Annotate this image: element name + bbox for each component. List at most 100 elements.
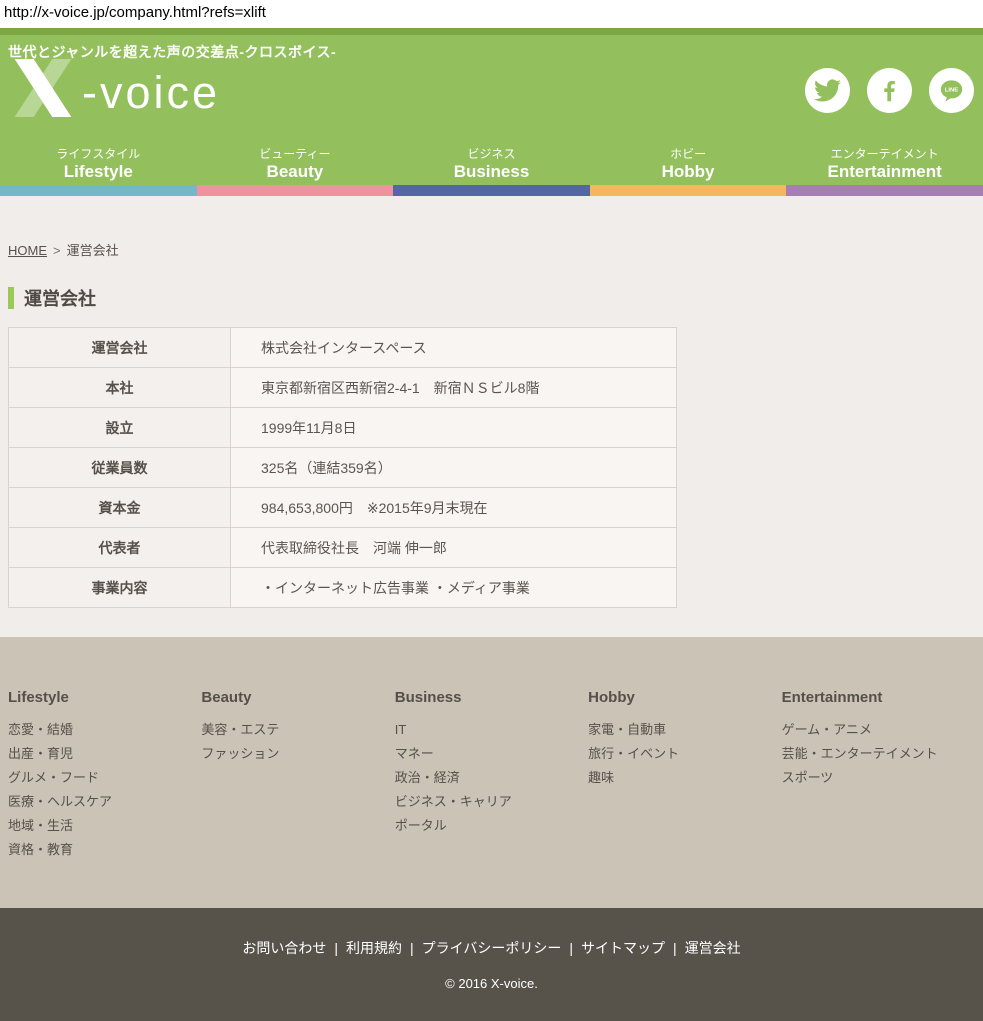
- nav-label-en: Business: [393, 161, 590, 182]
- footer-link[interactable]: ファッション: [201, 742, 394, 766]
- site-logo[interactable]: -voice: [6, 59, 220, 117]
- table-row: 運営会社 株式会社インタースペース: [9, 328, 676, 368]
- nav-underline-hobby: [590, 185, 787, 196]
- footer-link[interactable]: 医療・ヘルスケア: [8, 790, 201, 814]
- facebook-icon: [876, 77, 903, 104]
- footer-col-business: Business IT マネー 政治・経済 ビジネス・キャリア ポータル: [395, 689, 588, 862]
- row-label: 事業内容: [9, 568, 231, 607]
- nav-item-business[interactable]: ビジネス Business: [393, 147, 590, 182]
- facebook-button[interactable]: [867, 68, 912, 113]
- line-button[interactable]: LINE: [929, 68, 974, 113]
- breadcrumb-home-link[interactable]: HOME: [8, 243, 47, 258]
- nav-item-hobby[interactable]: ホビー Hobby: [590, 147, 787, 182]
- footer-col-title: Lifestyle: [8, 689, 201, 706]
- row-label: 運営会社: [9, 328, 231, 367]
- row-value: 東京都新宿区西新宿2-4-1 新宿ＮＳビル8階: [231, 368, 676, 407]
- bottom-link-terms[interactable]: 利用規約: [346, 940, 402, 956]
- page-title: 運営会社: [8, 285, 975, 311]
- nav-item-lifestyle[interactable]: ライフスタイル Lifestyle: [0, 147, 197, 182]
- footer-col-entertainment: Entertainment ゲーム・アニメ 芸能・エンターテイメント スポーツ: [782, 689, 975, 862]
- url-text: http://x-voice.jp/company.html?refs=xlif…: [4, 4, 266, 21]
- social-buttons: LINE: [805, 68, 974, 113]
- footer-link[interactable]: 出産・育児: [8, 742, 201, 766]
- logo-x-icon: [6, 59, 80, 117]
- bottom-link-separator: |: [410, 940, 414, 956]
- copyright: © 2016 X-voice.: [0, 976, 983, 991]
- twitter-icon: [814, 77, 841, 104]
- nav-underline-bars: [0, 185, 983, 196]
- footer-link[interactable]: ポータル: [395, 814, 588, 838]
- footer-link[interactable]: 趣味: [588, 766, 781, 790]
- line-icon: LINE: [938, 77, 965, 104]
- main-nav: ライフスタイル Lifestyle ビューティー Beauty ビジネス Bus…: [0, 147, 983, 182]
- bottom-bar: お問い合わせ | 利用規約 | プライバシーポリシー | サイトマップ | 運営会社 © 201…: [0, 908, 983, 1021]
- footer-col-title: Beauty: [201, 689, 394, 706]
- nav-label-en: Hobby: [590, 161, 787, 182]
- row-value: 株式会社インタースペース: [231, 328, 676, 367]
- logo-text: -voice: [82, 70, 220, 115]
- title-accent-bar: [8, 287, 14, 309]
- svg-text:LINE: LINE: [945, 88, 958, 94]
- nav-underline-beauty: [197, 185, 394, 196]
- footer-link[interactable]: ビジネス・キャリア: [395, 790, 588, 814]
- footer-col-title: Hobby: [588, 689, 781, 706]
- footer-col-title: Business: [395, 689, 588, 706]
- footer-link[interactable]: 地域・生活: [8, 814, 201, 838]
- footer-col-hobby: Hobby 家電・自動車 旅行・イベント 趣味: [588, 689, 781, 862]
- footer-link[interactable]: 資格・教育: [8, 838, 201, 862]
- header-top-strip: [0, 28, 983, 35]
- table-row: 設立 1999年11月8日: [9, 408, 676, 448]
- main-content: HOME > 運営会社 運営会社 運営会社 株式会社インタースペース 本社 東京都新…: [0, 196, 983, 637]
- page-title-text: 運営会社: [24, 285, 96, 311]
- bottom-link-contact[interactable]: お問い合わせ: [242, 940, 326, 956]
- twitter-button[interactable]: [805, 68, 850, 113]
- footer-link[interactable]: 政治・経済: [395, 766, 588, 790]
- bottom-link-sitemap[interactable]: サイトマップ: [581, 940, 665, 956]
- bottom-link-company[interactable]: 運営会社: [685, 940, 741, 956]
- table-row: 代表者 代表取締役社長 河端 伸一郎: [9, 528, 676, 568]
- nav-label-jp: ビジネス: [393, 147, 590, 161]
- nav-label-jp: エンターテイメント: [786, 147, 983, 161]
- footer-link[interactable]: 恋愛・結婚: [8, 718, 201, 742]
- bottom-link-separator: |: [569, 940, 573, 956]
- company-info-table: 運営会社 株式会社インタースペース 本社 東京都新宿区西新宿2-4-1 新宿ＮＳ…: [8, 327, 677, 608]
- footer-link[interactable]: グルメ・フード: [8, 766, 201, 790]
- nav-underline-entertainment: [786, 185, 983, 196]
- table-row: 事業内容 ・インターネット広告事業 ・メディア事業: [9, 568, 676, 608]
- nav-item-entertainment[interactable]: エンターテイメント Entertainment: [786, 147, 983, 182]
- footer-link[interactable]: IT: [395, 718, 588, 742]
- bottom-link-privacy[interactable]: プライバシーポリシー: [422, 940, 562, 956]
- bottom-link-separator: |: [334, 940, 338, 956]
- footer-link[interactable]: 美容・エステ: [201, 718, 394, 742]
- footer-link[interactable]: 芸能・エンターテイメント: [782, 742, 975, 766]
- breadcrumb-separator: >: [53, 243, 61, 258]
- row-value: 984,653,800円 ※2015年9月末現在: [231, 488, 676, 527]
- nav-label-en: Entertainment: [786, 161, 983, 182]
- footer-link[interactable]: スポーツ: [782, 766, 975, 790]
- footer-link[interactable]: ゲーム・アニメ: [782, 718, 975, 742]
- nav-label-jp: ホビー: [590, 147, 787, 161]
- url-bar: http://x-voice.jp/company.html?refs=xlif…: [0, 0, 983, 28]
- footer-link[interactable]: 旅行・イベント: [588, 742, 781, 766]
- nav-underline-business: [393, 185, 590, 196]
- site-footer: Lifestyle 恋愛・結婚 出産・育児 グルメ・フード 医療・ヘルスケア 地…: [0, 637, 983, 908]
- nav-label-jp: ビューティー: [197, 147, 394, 161]
- row-label: 従業員数: [9, 448, 231, 487]
- breadcrumb: HOME > 運営会社: [8, 196, 975, 259]
- footer-col-lifestyle: Lifestyle 恋愛・結婚 出産・育児 グルメ・フード 医療・ヘルスケア 地…: [8, 689, 201, 862]
- breadcrumb-current: 運営会社: [67, 243, 119, 258]
- footer-link[interactable]: 家電・自動車: [588, 718, 781, 742]
- nav-label-en: Lifestyle: [0, 161, 197, 182]
- row-label: 資本金: [9, 488, 231, 527]
- row-value: ・インターネット広告事業 ・メディア事業: [231, 568, 676, 607]
- footer-col-title: Entertainment: [782, 689, 975, 706]
- row-value: 代表取締役社長 河端 伸一郎: [231, 528, 676, 567]
- row-label: 設立: [9, 408, 231, 447]
- row-value: 325名（連結359名）: [231, 448, 676, 487]
- footer-col-beauty: Beauty 美容・エステ ファッション: [201, 689, 394, 862]
- bottom-links: お問い合わせ | 利用規約 | プライバシーポリシー | サイトマップ | 運営会社: [0, 938, 983, 958]
- bottom-link-separator: |: [673, 940, 677, 956]
- footer-link[interactable]: マネー: [395, 742, 588, 766]
- nav-item-beauty[interactable]: ビューティー Beauty: [197, 147, 394, 182]
- nav-label-en: Beauty: [197, 161, 394, 182]
